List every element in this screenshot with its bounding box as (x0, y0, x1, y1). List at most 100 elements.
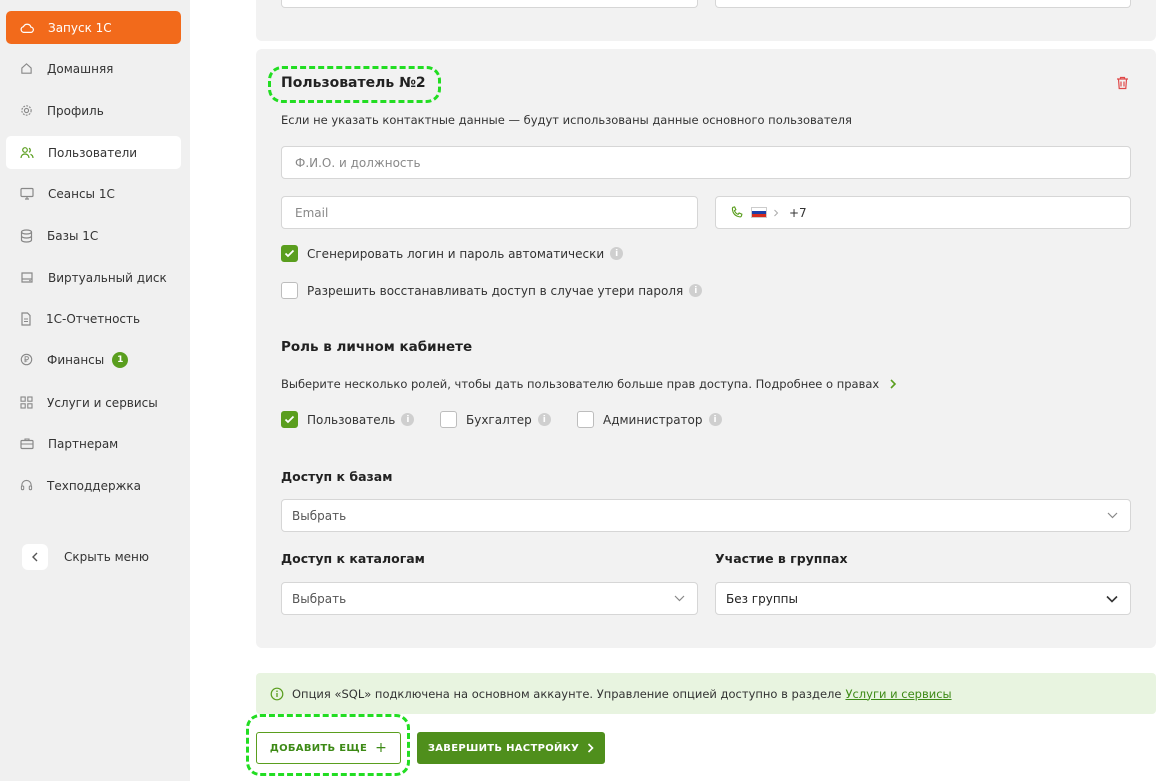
chevron-right-icon (774, 209, 779, 216)
bases-select-value: Выбрать (292, 508, 347, 523)
bases-select[interactable]: Выбрать (281, 499, 1131, 532)
info-circle-icon (270, 687, 284, 700)
launch-1c-button[interactable]: Запуск 1С (6, 11, 181, 44)
sidebar-item-label: Услуги и сервисы (47, 395, 158, 410)
ruble-icon (20, 353, 33, 366)
chevron-right-icon[interactable] (889, 379, 897, 389)
gear-icon (21, 105, 32, 116)
sql-notice: Опция «SQL» подключена на основном аккау… (256, 673, 1156, 714)
services-link[interactable]: Услуги и сервисы (845, 687, 951, 701)
notice-text: Опция «SQL» подключена на основном аккау… (292, 686, 842, 701)
cloud-icon (20, 23, 34, 33)
groups-select-value: Без группы (726, 591, 798, 606)
sidebar-item-support[interactable]: Техподдержка (6, 469, 181, 502)
disk-icon (21, 272, 33, 283)
roles-hint-text: Выберите несколько ролей, чтобы дать пол… (281, 377, 880, 391)
sidebar-item-partners[interactable]: Партнерам (6, 427, 181, 460)
restore-access-label: Разрешить восстанавливать доступ в случа… (307, 283, 684, 298)
sidebar-item-label: Техподдержка (47, 478, 142, 493)
roles-title: Роль в личном кабинете (281, 339, 473, 355)
sidebar-item-label: Базы 1С (47, 228, 99, 243)
roles-hint: Выберите несколько ролей, чтобы дать пол… (281, 377, 897, 391)
name-placeholder: Ф.И.О. и должность (295, 155, 421, 170)
chevron-down-icon (1107, 512, 1118, 519)
role-accountant-checkbox[interactable] (440, 411, 457, 428)
previous-input-field[interactable] (715, 0, 1131, 8)
headset-icon (20, 479, 33, 491)
checkmark-icon (284, 415, 295, 424)
role-accountant-label: Бухгалтер (466, 412, 532, 427)
info-icon[interactable]: i (689, 284, 703, 297)
role-admin-option[interactable]: Администратор i (577, 411, 722, 428)
info-icon[interactable]: i (401, 413, 415, 426)
restore-access-option[interactable]: Разрешить восстанавливать доступ в случа… (281, 282, 703, 299)
auto-login-label: Сгенерировать логин и пароль автоматичес… (307, 246, 605, 261)
phone-input[interactable]: +7 (715, 196, 1131, 229)
sidebar-item-profile[interactable]: Профиль (6, 94, 181, 127)
previous-input-field[interactable] (281, 0, 698, 8)
catalogs-title: Доступ к каталогам (281, 551, 425, 566)
sidebar-item-home[interactable]: Домашняя (6, 52, 181, 85)
hide-menu-button[interactable]: Скрыть меню (22, 544, 149, 570)
sidebar-item-finance[interactable]: Финансы 1 (6, 343, 181, 376)
chevron-left-icon (22, 544, 48, 570)
role-accountant-option[interactable]: Бухгалтер i (440, 411, 551, 428)
russia-flag-icon[interactable] (751, 207, 767, 218)
role-user-option[interactable]: Пользователь i (281, 411, 415, 428)
email-input[interactable]: Email (281, 196, 698, 229)
info-icon[interactable]: i (537, 413, 551, 426)
sidebar-item-label: 1С-Отчетность (46, 311, 141, 326)
users-icon (20, 147, 34, 159)
sidebar-item-label: Пользователи (48, 145, 138, 160)
sidebar-item-label: Сеансы 1С (48, 186, 115, 201)
role-admin-label: Администратор (603, 412, 703, 427)
notification-badge: 1 (112, 351, 129, 368)
previous-user-card (256, 0, 1156, 41)
sidebar-item-users[interactable]: Пользователи (6, 136, 181, 169)
add-more-button[interactable]: ДОБАВИТЬ ЕЩЕ + (256, 732, 401, 764)
checkmark-icon (284, 249, 295, 258)
finish-setup-label: ЗАВЕРШИТЬ НАСТРОЙКУ (427, 742, 580, 754)
role-admin-checkbox[interactable] (577, 411, 594, 428)
contact-hint: Если не указать контактные данные — буду… (281, 113, 852, 127)
plus-icon: + (375, 740, 388, 756)
sidebar: Запуск 1С Домашняя Профиль Пользователи … (0, 0, 190, 781)
auto-login-checkbox[interactable] (281, 245, 298, 262)
sidebar-item-label: Партнерам (48, 436, 119, 451)
briefcase-icon (20, 438, 34, 450)
sidebar-item-databases[interactable]: Базы 1С (6, 219, 181, 252)
grid-icon (20, 396, 33, 409)
phone-prefix: +7 (789, 205, 807, 220)
sidebar-item-reporting[interactable]: 1С-Отчетность (6, 302, 181, 335)
trash-icon (1117, 76, 1128, 90)
database-icon (20, 228, 33, 243)
sidebar-item-services[interactable]: Услуги и сервисы (6, 386, 181, 419)
delete-user-button[interactable] (1116, 75, 1129, 94)
catalogs-select-value: Выбрать (292, 591, 347, 606)
finish-setup-button[interactable]: ЗАВЕРШИТЬ НАСТРОЙКУ (417, 732, 605, 764)
home-icon (21, 63, 32, 74)
sidebar-item-label: Финансы (47, 352, 105, 367)
monitor-icon (20, 187, 34, 200)
add-more-label: ДОБАВИТЬ ЕЩЕ (269, 742, 368, 754)
auto-login-option[interactable]: Сгенерировать логин и пароль автоматичес… (281, 245, 624, 262)
role-user-checkbox[interactable] (281, 411, 298, 428)
name-input[interactable]: Ф.И.О. и должность (281, 146, 1131, 179)
bases-title: Доступ к базам (281, 469, 393, 484)
chevron-down-icon (674, 595, 685, 602)
user-card: Пользователь №2 Если не указать контактн… (256, 49, 1156, 648)
restore-access-checkbox[interactable] (281, 282, 298, 299)
role-user-label: Пользователь (307, 412, 396, 427)
sidebar-item-label: Профиль (47, 103, 104, 118)
phone-icon (731, 206, 743, 218)
groups-title: Участие в группах (715, 551, 848, 566)
sidebar-item-sessions[interactable]: Сеансы 1С (6, 177, 181, 210)
groups-select[interactable]: Без группы (715, 582, 1131, 615)
sidebar-item-virtual-disk[interactable]: Виртуальный диск (6, 261, 181, 294)
email-placeholder: Email (295, 205, 329, 220)
catalogs-select[interactable]: Выбрать (281, 582, 698, 615)
info-icon[interactable]: i (708, 413, 722, 426)
document-icon (21, 311, 31, 326)
user-card-title: Пользователь №2 (281, 75, 426, 91)
info-icon[interactable]: i (610, 247, 624, 260)
